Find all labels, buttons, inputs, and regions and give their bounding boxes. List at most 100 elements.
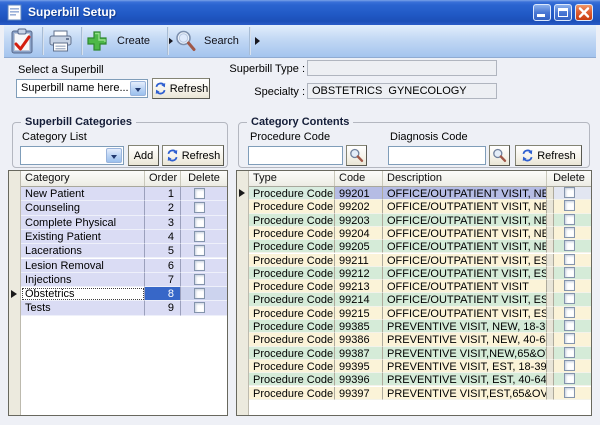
procedure-row[interactable]: Procedure Code99212OFFICE/OUTPATIENT VIS…	[249, 267, 591, 280]
delete-checkbox[interactable]	[194, 245, 205, 256]
code-cell[interactable]: 99385	[335, 320, 383, 333]
type-cell[interactable]: Procedure Code	[249, 293, 335, 306]
type-cell[interactable]: Procedure Code	[249, 373, 335, 386]
description-cell[interactable]: PREVENTIVE VISIT, EST, 40-64	[383, 373, 547, 386]
description-cell[interactable]: OFFICE/OUTPATIENT VISIT, NEW	[383, 214, 547, 227]
delete-checkbox[interactable]	[564, 254, 575, 265]
delete-checkbox[interactable]	[194, 260, 205, 271]
code-cell[interactable]: 99204	[335, 227, 383, 240]
description-cell[interactable]: OFFICE/OUTPATIENT VISIT, EST	[383, 293, 547, 306]
description-cell[interactable]: PREVENTIVE VISIT, NEW, 18-39	[383, 320, 547, 333]
description-cell[interactable]: PREVENTIVE VISIT,NEW,65&OVER	[383, 347, 547, 360]
procedure-row[interactable]: Procedure Code99395PREVENTIVE VISIT, EST…	[249, 360, 591, 373]
type-cell[interactable]: Procedure Code	[249, 347, 335, 360]
procedure-row[interactable]: Procedure Code99201OFFICE/OUTPATIENT VIS…	[249, 187, 591, 200]
contents-refresh-button[interactable]: Refresh	[515, 145, 582, 166]
type-cell[interactable]: Procedure Code	[249, 320, 335, 333]
code-cell[interactable]: 99386	[335, 333, 383, 346]
type-cell[interactable]: Procedure Code	[249, 200, 335, 213]
procedure-code-input[interactable]	[248, 146, 343, 165]
order-cell[interactable]: 2	[145, 201, 181, 215]
type-cell[interactable]: Procedure Code	[249, 387, 335, 400]
procedure-row[interactable]: Procedure Code99202OFFICE/OUTPATIENT VIS…	[249, 200, 591, 213]
description-cell[interactable]: OFFICE/OUTPATIENT VISIT, EST	[383, 267, 547, 280]
category-cell[interactable]: Complete Physical	[21, 216, 145, 230]
delete-checkbox[interactable]	[194, 202, 205, 213]
print-button[interactable]	[48, 25, 73, 57]
save-verify-button[interactable]	[10, 25, 35, 57]
category-cell[interactable]: Injections	[21, 273, 145, 287]
order-cell[interactable]: 1	[145, 187, 181, 201]
delete-checkbox[interactable]	[194, 288, 205, 299]
code-cell[interactable]: 99213	[335, 280, 383, 293]
code-cell[interactable]: 99214	[335, 293, 383, 306]
category-row[interactable]: Counseling2	[21, 201, 227, 215]
procedure-row[interactable]: Procedure Code99387PREVENTIVE VISIT,NEW,…	[249, 347, 591, 360]
superbill-refresh-button[interactable]: Refresh	[152, 78, 210, 99]
code-cell[interactable]: 99202	[335, 200, 383, 213]
category-cell[interactable]: Lacerations	[21, 244, 145, 258]
description-cell[interactable]: OFFICE/OUTPATIENT VISIT, NEW	[383, 200, 547, 213]
procedure-row[interactable]: Procedure Code99396PREVENTIVE VISIT, EST…	[249, 373, 591, 386]
type-cell[interactable]: Procedure Code	[249, 280, 335, 293]
order-cell[interactable]: 5	[145, 244, 181, 258]
description-cell[interactable]: OFFICE/OUTPATIENT VISIT, NEW	[383, 187, 547, 200]
procedure-search-button[interactable]	[346, 145, 367, 166]
category-cell[interactable]: New Patient	[21, 187, 145, 201]
category-cell[interactable]: Tests	[21, 301, 145, 315]
maximize-button[interactable]	[554, 4, 572, 21]
delete-checkbox[interactable]	[194, 302, 205, 313]
order-cell[interactable]: 6	[145, 259, 181, 273]
search-button[interactable]: Search	[174, 25, 260, 57]
add-category-button[interactable]: Add	[128, 145, 159, 166]
order-cell[interactable]: 7	[145, 273, 181, 287]
category-row[interactable]: New Patient1	[21, 187, 227, 201]
code-cell[interactable]: 99395	[335, 360, 383, 373]
delete-checkbox[interactable]	[564, 307, 575, 318]
description-cell[interactable]: OFFICE/OUTPATIENT VISIT, NEW	[383, 227, 547, 240]
procedure-row[interactable]: Procedure Code99211OFFICE/OUTPATIENT VIS…	[249, 254, 591, 267]
delete-checkbox[interactable]	[194, 188, 205, 199]
procedure-row[interactable]: Procedure Code99385PREVENTIVE VISIT, NEW…	[249, 320, 591, 333]
order-cell[interactable]: 9	[145, 301, 181, 315]
category-cell[interactable]: Lesion Removal	[21, 259, 145, 273]
category-row[interactable]: Injections7	[21, 273, 227, 287]
category-cell[interactable]: Counseling	[21, 201, 145, 215]
type-cell[interactable]: Procedure Code	[249, 227, 335, 240]
code-cell[interactable]: 99203	[335, 214, 383, 227]
code-cell[interactable]: 99397	[335, 387, 383, 400]
category-list-dropdown[interactable]	[20, 146, 124, 165]
code-cell[interactable]: 99396	[335, 373, 383, 386]
delete-checkbox[interactable]	[564, 333, 575, 344]
code-cell[interactable]: 99212	[335, 267, 383, 280]
create-button[interactable]: Create	[86, 25, 173, 57]
category-row[interactable]: Complete Physical3	[21, 216, 227, 230]
order-cell[interactable]: 8	[145, 287, 181, 301]
type-cell[interactable]: Procedure Code	[249, 360, 335, 373]
order-cell[interactable]: 4	[145, 230, 181, 244]
type-cell[interactable]: Procedure Code	[249, 254, 335, 267]
delete-checkbox[interactable]	[564, 320, 575, 331]
delete-checkbox[interactable]	[564, 227, 575, 238]
delete-checkbox[interactable]	[564, 387, 575, 398]
minimize-button[interactable]	[533, 4, 551, 21]
type-cell[interactable]: Procedure Code	[249, 307, 335, 320]
code-cell[interactable]: 99201	[335, 187, 383, 200]
delete-checkbox[interactable]	[194, 217, 205, 228]
procedure-row[interactable]: Procedure Code99213OFFICE/OUTPATIENT VIS…	[249, 280, 591, 293]
procedure-row[interactable]: Procedure Code99397PREVENTIVE VISIT,EST,…	[249, 387, 591, 400]
delete-checkbox[interactable]	[564, 187, 575, 198]
type-cell[interactable]: Procedure Code	[249, 214, 335, 227]
description-cell[interactable]: PREVENTIVE VISIT, NEW, 40-64	[383, 333, 547, 346]
delete-checkbox[interactable]	[564, 214, 575, 225]
superbill-dropdown[interactable]: Superbill name here...	[16, 79, 148, 98]
delete-checkbox[interactable]	[564, 360, 575, 371]
delete-checkbox[interactable]	[564, 240, 575, 251]
category-row[interactable]: Obstetrics8	[21, 287, 227, 301]
type-cell[interactable]: Procedure Code	[249, 333, 335, 346]
type-cell[interactable]: Procedure Code	[249, 267, 335, 280]
category-row[interactable]: Existing Patient4	[21, 230, 227, 244]
description-cell[interactable]: OFFICE/OUTPATIENT VISIT, EST	[383, 254, 547, 267]
procedure-row[interactable]: Procedure Code99214OFFICE/OUTPATIENT VIS…	[249, 293, 591, 306]
description-cell[interactable]: OFFICE/OUTPATIENT VISIT	[383, 280, 547, 293]
